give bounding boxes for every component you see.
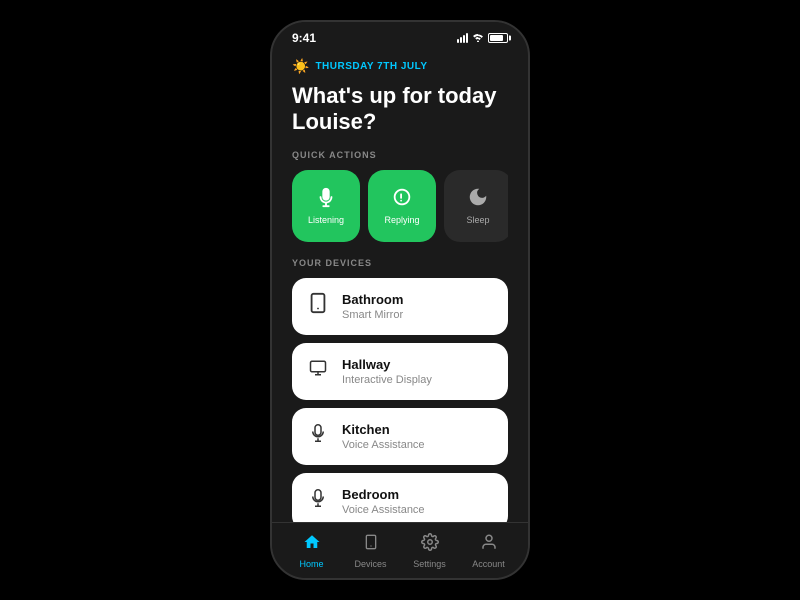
- settings-icon: [421, 533, 439, 556]
- mic-icon-bedroom: [306, 487, 330, 515]
- status-icons: [457, 32, 508, 45]
- home-icon: [303, 533, 321, 556]
- wifi-icon: [472, 32, 484, 45]
- nav-home-label: Home: [299, 559, 323, 569]
- action-sleep[interactable]: Sleep: [444, 170, 508, 242]
- quick-actions-row: Listening Replying Sleep: [292, 170, 508, 242]
- nav-devices-label: Devices: [354, 559, 386, 569]
- main-content: ☀️ THURSDAY 7TH JULY What's up for today…: [272, 50, 528, 522]
- bottom-nav: Home Devices Settings: [272, 522, 528, 578]
- greeting-text: What's up for today Louise?: [292, 83, 508, 136]
- device-info-bathroom: Bathroom Smart Mirror: [342, 292, 403, 321]
- mic-icon-kitchen: [306, 422, 330, 450]
- quick-actions-label: QUICK ACTIONS: [292, 150, 508, 160]
- device-card-bathroom[interactable]: Bathroom Smart Mirror: [292, 278, 508, 335]
- nav-home[interactable]: Home: [282, 533, 341, 569]
- date-row: ☀️ THURSDAY 7TH JULY: [292, 58, 508, 75]
- nav-account-label: Account: [472, 559, 505, 569]
- signal-icon: [457, 33, 468, 43]
- device-info-hallway: Hallway Interactive Display: [342, 357, 432, 386]
- nav-devices[interactable]: Devices: [341, 533, 400, 569]
- device-info-kitchen: Kitchen Voice Assistance: [342, 422, 425, 451]
- phone-frame: 9:41 ☀️ THURSDAY 7TH JULY: [270, 20, 530, 580]
- nav-settings[interactable]: Settings: [400, 533, 459, 569]
- devices-section: YOUR DEVICES Bathroom Smart Mirror: [292, 258, 508, 522]
- listening-icon: [315, 186, 337, 211]
- replying-icon: [391, 186, 413, 211]
- listening-label: Listening: [308, 215, 344, 225]
- device-card-kitchen[interactable]: Kitchen Voice Assistance: [292, 408, 508, 465]
- account-icon: [480, 533, 498, 556]
- device-name-bedroom: Bedroom: [342, 487, 425, 502]
- date-text: THURSDAY 7TH JULY: [315, 61, 427, 72]
- replying-label: Replying: [384, 215, 419, 225]
- status-time: 9:41: [292, 31, 316, 45]
- device-type-bedroom: Voice Assistance: [342, 504, 425, 516]
- device-name-bathroom: Bathroom: [342, 292, 403, 307]
- sleep-icon: [467, 186, 489, 211]
- device-type-hallway: Interactive Display: [342, 374, 432, 386]
- device-type-bathroom: Smart Mirror: [342, 309, 403, 321]
- action-replying[interactable]: Replying: [368, 170, 436, 242]
- device-info-bedroom: Bedroom Voice Assistance: [342, 487, 425, 516]
- device-card-bedroom[interactable]: Bedroom Voice Assistance: [292, 473, 508, 522]
- action-listening[interactable]: Listening: [292, 170, 360, 242]
- battery-icon: [488, 33, 508, 43]
- device-name-hallway: Hallway: [342, 357, 432, 372]
- device-card-hallway[interactable]: Hallway Interactive Display: [292, 343, 508, 400]
- devices-label: YOUR DEVICES: [292, 258, 508, 268]
- device-name-kitchen: Kitchen: [342, 422, 425, 437]
- devices-nav-icon: [363, 533, 379, 556]
- device-type-kitchen: Voice Assistance: [342, 439, 425, 451]
- nav-settings-label: Settings: [413, 559, 446, 569]
- monitor-icon: [306, 359, 330, 383]
- status-bar: 9:41: [272, 22, 528, 50]
- sun-icon: ☀️: [292, 58, 309, 75]
- sleep-label: Sleep: [466, 215, 489, 225]
- tablet-icon: [306, 292, 330, 320]
- nav-account[interactable]: Account: [459, 533, 518, 569]
